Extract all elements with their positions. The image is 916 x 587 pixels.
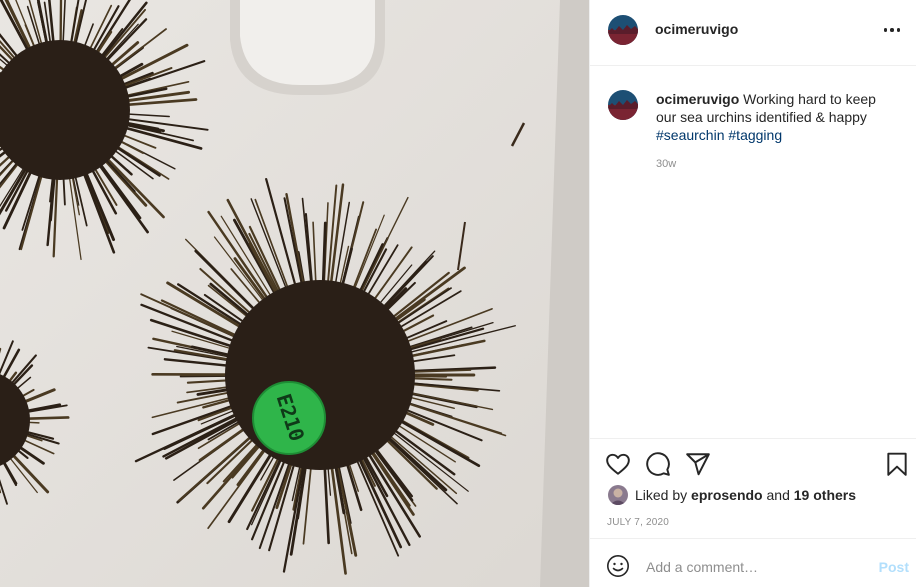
- comment-input[interactable]: [646, 553, 866, 581]
- instagram-post: E210 ocimeruvigo ocimeruvigo Working har…: [0, 0, 916, 587]
- more-options-icon[interactable]: [877, 19, 907, 41]
- comment-bar: Post: [590, 538, 916, 587]
- heart-icon[interactable]: [605, 451, 633, 479]
- comment-icon[interactable]: [645, 451, 673, 479]
- liker-username[interactable]: eprosendo: [691, 487, 763, 503]
- post-caption-area: ocimeruvigo Working hard to keep our sea…: [590, 66, 916, 438]
- caption-avatar[interactable]: [608, 90, 638, 120]
- caption-username[interactable]: ocimeruvigo: [656, 91, 739, 107]
- hashtag-link[interactable]: #seaurchin: [656, 127, 725, 143]
- liker-avatar[interactable]: [608, 485, 628, 505]
- post-actions: Liked by eprosendo and 19 others JULY 7,…: [590, 438, 916, 538]
- profile-avatar[interactable]: [608, 15, 638, 45]
- post-date[interactable]: JULY 7, 2020: [607, 517, 669, 528]
- hashtag-link[interactable]: #tagging: [728, 127, 782, 143]
- urchin-body: [225, 280, 415, 470]
- likes-prefix: Liked by: [635, 487, 688, 503]
- emoji-icon[interactable]: [606, 554, 632, 580]
- post-header: ocimeruvigo: [590, 0, 916, 66]
- share-paper-plane-icon[interactable]: [685, 451, 713, 479]
- more-dot: [896, 28, 901, 32]
- likes-summary: Liked by eprosendo and 19 others: [608, 485, 856, 505]
- caption-text: ocimeruvigo Working hard to keep our sea…: [656, 90, 896, 144]
- more-dot: [883, 28, 888, 32]
- post-author-username[interactable]: ocimeruvigo: [655, 21, 738, 37]
- post-comment-button[interactable]: Post: [879, 559, 909, 575]
- bookmark-icon[interactable]: [884, 451, 912, 479]
- avatar-image: [608, 15, 638, 45]
- avatar-image: [608, 90, 638, 120]
- post-photo[interactable]: E210: [0, 0, 589, 587]
- post-sidebar: ocimeruvigo ocimeruvigo Working hard to …: [589, 0, 916, 587]
- sea-urchin-photo: E210: [0, 0, 589, 587]
- likes-conjunction: and: [766, 487, 790, 503]
- more-dot: [890, 28, 894, 32]
- caption-time-ago[interactable]: 30w: [656, 158, 676, 170]
- likes-others-link[interactable]: 19 others: [794, 487, 856, 503]
